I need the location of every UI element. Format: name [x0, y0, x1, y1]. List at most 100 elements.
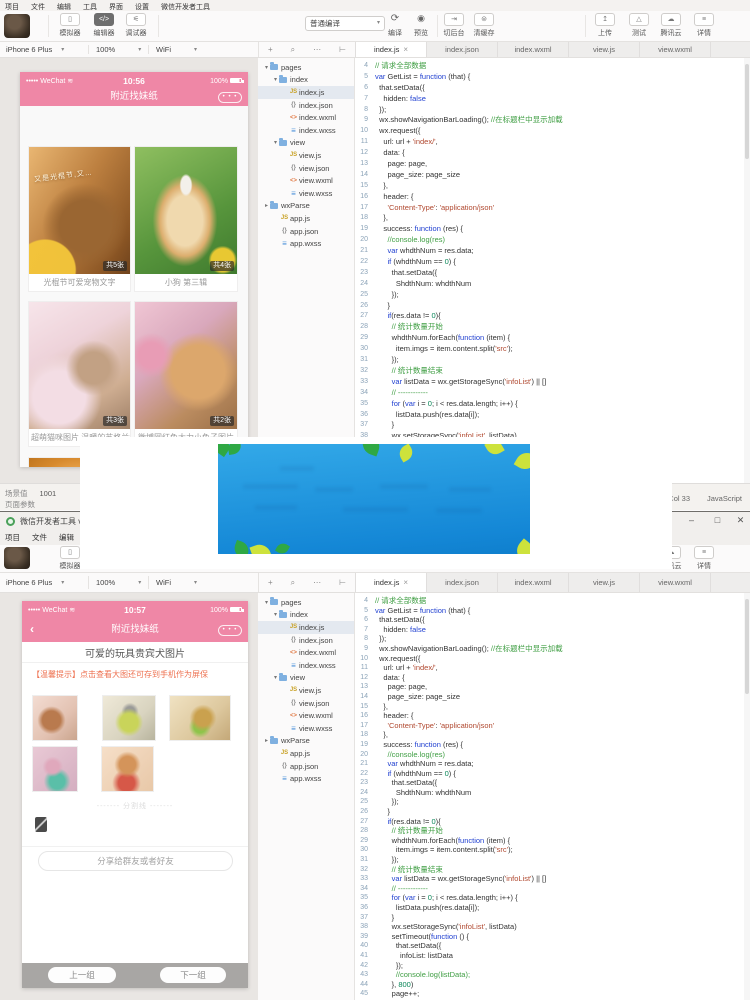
menu-item-6[interactable]: 微信开发者工具	[161, 2, 210, 11]
menu-item-1[interactable]: 文件	[32, 532, 47, 545]
code-line-35[interactable]: 35 for (var i = 0; i < res.data.length; …	[355, 399, 750, 410]
more-icon[interactable]: ⋯	[313, 45, 321, 54]
code-line-12[interactable]: 12 data: {	[355, 148, 750, 159]
code-line-19[interactable]: 19 success: function (res) {	[355, 224, 750, 235]
code-line-12[interactable]: 12 data: {	[355, 673, 750, 683]
code-line-26[interactable]: 26 }	[355, 301, 750, 312]
code-line-32[interactable]: 32 // 统计数量结束	[355, 865, 750, 875]
code-line-9[interactable]: 9 wx.showNavigationBarLoading(); //在标题栏中…	[355, 115, 750, 126]
add-file-icon[interactable]: +	[268, 578, 273, 587]
tree-item-pages[interactable]: ▾pages	[258, 61, 354, 74]
code-line-21[interactable]: 21 var whdthNum = res.data;	[355, 246, 750, 257]
tree-item-view[interactable]: ▾view	[258, 672, 354, 685]
code-line-10[interactable]: 10 wx.request({	[355, 126, 750, 137]
zoom-select[interactable]: 100% ▾	[96, 573, 141, 592]
next-group-button[interactable]: 下一组	[160, 967, 226, 983]
code-line-32[interactable]: 32 // 统计数量结束	[355, 366, 750, 377]
code-line-16[interactable]: 16 header: {	[355, 711, 750, 721]
code-line-20[interactable]: 20 //console.log(res)	[355, 235, 750, 246]
tree-item-index.json[interactable]: {}index.json	[258, 99, 354, 112]
code-line-44[interactable]: 44 }, 800)	[355, 980, 750, 990]
code-line-24[interactable]: 24 ShdthNum: whdthNum	[355, 788, 750, 798]
tree-item-app.wxss[interactable]: ≡app.wxss	[258, 237, 354, 250]
code-line-40[interactable]: 40 that.setData({	[355, 941, 750, 951]
code-line-14[interactable]: 14 page_size: page_size	[355, 170, 750, 181]
tree-item-app.wxss[interactable]: ≡app.wxss	[258, 772, 354, 785]
code-line-28[interactable]: 28 // 统计数量开始	[355, 322, 750, 333]
tab-view.js[interactable]: view.js	[569, 42, 640, 57]
code-editor[interactable]: 4// 请求全部数据5var GetList = function (that)…	[355, 58, 750, 483]
more-icon[interactable]: ⋯	[313, 578, 321, 587]
code-line-37[interactable]: 37 }	[355, 420, 750, 431]
code-line-11[interactable]: 11 url: url + 'index/',	[355, 663, 750, 673]
code-line-21[interactable]: 21 var whdthNum = res.data;	[355, 759, 750, 769]
tree-item-view.js[interactable]: JSview.js	[258, 149, 354, 162]
tree-item-index.js[interactable]: JSindex.js	[258, 621, 354, 634]
device-select[interactable]: iPhone 6 Plus ▾	[6, 573, 64, 592]
code-line-25[interactable]: 25 });	[355, 290, 750, 301]
tree-item-view.wxss[interactable]: ≡view.wxss	[258, 187, 354, 200]
tab-view.wxml[interactable]: view.wxml	[640, 42, 711, 57]
code-line-41[interactable]: 41 infoList: listData	[355, 951, 750, 961]
upload-button[interactable]: ↥ 上传	[592, 13, 618, 38]
code-line-29[interactable]: 29 whdthNum.forEach(function (item) {	[355, 836, 750, 846]
maximize-button[interactable]: □	[710, 514, 725, 528]
user-avatar[interactable]	[4, 14, 30, 38]
tree-item-view.wxss[interactable]: ≡view.wxss	[258, 722, 354, 735]
tree-item-wxParse[interactable]: ▸wxParse	[258, 735, 354, 748]
menu-item-0[interactable]: 项目	[5, 532, 20, 545]
code-line-38[interactable]: 38 wx.setStorageSync('infoList', listDat…	[355, 922, 750, 932]
code-line-27[interactable]: 27 if(res.data != 0){	[355, 311, 750, 322]
code-line-26[interactable]: 26 }	[355, 807, 750, 817]
user-avatar[interactable]	[4, 547, 30, 569]
album-cover-image[interactable]: 共3张	[29, 302, 130, 429]
zoom-select[interactable]: 100% ▾	[96, 42, 141, 57]
tree-item-app.js[interactable]: JSapp.js	[258, 212, 354, 225]
code-line-18[interactable]: 18 },	[355, 213, 750, 224]
album-cover-image[interactable]: 共4张	[135, 147, 237, 274]
tree-item-index.wxml[interactable]: <>index.wxml	[258, 646, 354, 659]
tree-item-view.wxml[interactable]: <>view.wxml	[258, 174, 354, 187]
code-line-30[interactable]: 30 item.imgs = item.content.split('src')…	[355, 845, 750, 855]
code-line-13[interactable]: 13 page: page,	[355, 682, 750, 692]
code-line-15[interactable]: 15 },	[355, 181, 750, 192]
scrollbar[interactable]	[744, 58, 750, 483]
add-file-icon[interactable]: +	[268, 45, 273, 54]
code-line-7[interactable]: 7 hidden: false	[355, 625, 750, 635]
more-dots-icon[interactable]: • • •	[218, 92, 242, 103]
tree-item-app.js[interactable]: JSapp.js	[258, 747, 354, 760]
search-icon[interactable]: ⌕	[291, 578, 295, 588]
collapse-icon[interactable]: ⊢	[339, 578, 346, 587]
language-mode[interactable]: JavaScript	[707, 494, 742, 503]
tree-item-wxParse[interactable]: ▸wxParse	[258, 200, 354, 213]
preview-button[interactable]: ◉ 预览	[409, 13, 433, 38]
code-line-22[interactable]: 22 if (whdthNum == 0) {	[355, 257, 750, 268]
code-line-5[interactable]: 5var GetList = function (that) {	[355, 606, 750, 616]
menu-item-0[interactable]: 项目	[5, 2, 19, 11]
photo-thumbnail-4[interactable]	[102, 747, 153, 791]
scrollbar-thumb[interactable]	[745, 599, 749, 694]
menu-item-3[interactable]: 工具	[83, 2, 97, 11]
code-line-11[interactable]: 11 url: url + 'index/',	[355, 137, 750, 148]
menu-item-2[interactable]: 编辑	[57, 2, 71, 11]
tencent-cloud-button[interactable]: ☁ 腾讯云	[656, 13, 686, 38]
back-chevron-icon[interactable]: ‹	[30, 619, 34, 640]
compile-button[interactable]: ⟳ 编译	[383, 13, 407, 38]
tab-index.json[interactable]: index.json	[427, 573, 498, 592]
code-line-25[interactable]: 25 });	[355, 797, 750, 807]
code-line-31[interactable]: 31 });	[355, 855, 750, 865]
tree-item-view.js[interactable]: JSview.js	[258, 684, 354, 697]
menu-item-5[interactable]: 设置	[135, 2, 149, 11]
minimize-button[interactable]: –	[684, 514, 699, 528]
code-line-33[interactable]: 33 var listData = wx.getStorageSync('inf…	[355, 377, 750, 388]
share-button[interactable]: 分享给群友或者好友	[38, 851, 233, 871]
more-dots-icon[interactable]: • • •	[218, 625, 242, 636]
code-line-29[interactable]: 29 whdthNum.forEach(function (item) {	[355, 333, 750, 344]
album-cover-image[interactable]: 又是光棍节,又…共5张	[29, 147, 130, 274]
photo-thumbnail-1[interactable]	[103, 696, 155, 740]
code-line-23[interactable]: 23 that.setData({	[355, 778, 750, 788]
code-line-27[interactable]: 27 if(res.data != 0){	[355, 817, 750, 827]
tree-item-view.wxml[interactable]: <>view.wxml	[258, 709, 354, 722]
tab-index.json[interactable]: index.json	[427, 42, 498, 57]
details-button[interactable]: ≡ 详情	[690, 546, 718, 571]
